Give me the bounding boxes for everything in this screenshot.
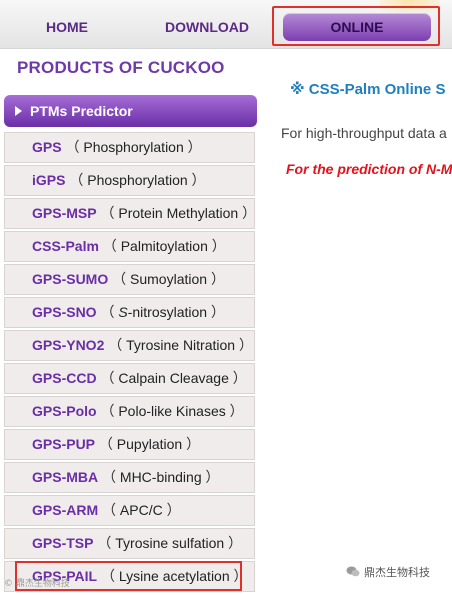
open-paren: （	[98, 469, 120, 485]
sidebar-item-abbr: CSS-Palm	[32, 238, 99, 254]
sidebar-item-abbr: GPS-SUMO	[32, 271, 109, 287]
sidebar-item-gps-tsp[interactable]: GPS-TSP （ Tyrosine sulfation ）	[4, 528, 255, 559]
top-nav-bar: HOME DOWNLOAD ONLINE	[0, 0, 452, 49]
open-paren: （	[61, 139, 84, 155]
sidebar-item-gps[interactable]: GPS （ Phosphorylation ）	[4, 132, 255, 163]
sidebar-item-abbr: GPS-PUP	[32, 436, 96, 452]
sidebar-item-css-palm[interactable]: CSS-Palm （ Palmitoylation ）	[4, 231, 255, 262]
sidebar-item-desc: Phosphorylation	[87, 172, 188, 188]
sidebar-item-gps-sno[interactable]: GPS-SNO （ S-nitrosylation ）	[4, 297, 255, 328]
sidebar-item-desc: Tyrosine Nitration	[126, 337, 236, 353]
products-title: PRODUCTS OF CUCKOO	[17, 58, 225, 77]
open-paren: （	[97, 568, 119, 584]
sidebar-item-abbr: GPS-SNO	[32, 304, 97, 320]
sidebar-item-gps-ccd[interactable]: GPS-CCD （ Calpain Cleavage ）	[4, 363, 255, 394]
close-paren: ）	[207, 304, 225, 320]
open-paren: （	[96, 205, 119, 221]
sidebar-item-gps-arm[interactable]: GPS-ARM （ APC/C ）	[4, 495, 255, 526]
sidebar-item-gps-msp[interactable]: GPS-MSP （ Protein Methylation ）	[4, 198, 257, 229]
sidebar-item-abbr: GPS-YNO2	[32, 337, 105, 353]
sidebar-item-desc: Pupylation	[116, 436, 183, 452]
sidebar-item-abbr: GPS-Polo	[32, 403, 97, 419]
close-paren: ）	[201, 469, 220, 485]
intro-text: For high-throughput data a	[281, 125, 447, 141]
close-paren: ）	[162, 502, 181, 518]
sidebar-item-abbr: GPS-ARM	[32, 502, 99, 518]
watermark-right: 鼎杰生物科技	[346, 564, 430, 580]
ptms-predictor-header[interactable]: PTMs Predictor	[4, 95, 257, 127]
sidebar-item-desc: Phosphorylation	[83, 139, 184, 155]
sidebar-item-desc: MHC-binding	[119, 469, 202, 485]
close-paren: ）	[207, 271, 225, 287]
sidebar-item-abbr: GPS-MBA	[32, 469, 99, 485]
sidebar-item-desc: S-nitrosylation	[118, 304, 208, 320]
sidebar-item-gps-sumo[interactable]: GPS-SUMO （ Sumoylation ）	[4, 264, 255, 295]
open-paren: （	[93, 535, 116, 551]
sidebar-item-gps-pup[interactable]: GPS-PUP （ Pupylation ）	[4, 429, 255, 460]
sidebar-item-gps-polo[interactable]: GPS-Polo （ Polo-like Kinases ）	[4, 396, 255, 427]
sidebar-item-desc: Palmitoylation	[120, 238, 208, 254]
close-paren: ）	[187, 172, 206, 188]
open-paren: （	[96, 370, 119, 386]
sidebar-item-abbr: GPS-MSP	[32, 205, 97, 221]
page-title: ※ CSS-Palm Online S	[290, 81, 446, 98]
prediction-note: For the prediction of N-M	[286, 161, 452, 177]
watermark-left: © 鼎杰生物科技	[4, 579, 70, 589]
triangle-right-icon	[15, 106, 22, 116]
open-paren: （	[96, 304, 119, 320]
sidebar-item-gps-yno2[interactable]: GPS-YNO2 （ Tyrosine Nitration ）	[4, 330, 255, 361]
close-paren: ）	[225, 403, 244, 419]
nav-home-link[interactable]: HOME	[26, 12, 108, 42]
sidebar-item-desc: Sumoylation	[130, 271, 208, 287]
close-paren: ）	[238, 205, 257, 221]
open-paren: （	[95, 436, 117, 452]
open-paren: （	[104, 337, 127, 353]
sidebar-item-desc: APC/C	[119, 502, 163, 518]
decorative-glow	[380, 0, 440, 12]
sidebar-item-desc: Protein Methylation	[118, 205, 239, 221]
open-paren: （	[108, 271, 131, 287]
close-paren: ）	[207, 238, 226, 254]
nav-online-tab[interactable]: ONLINE	[283, 13, 431, 41]
close-paren: ）	[229, 568, 248, 584]
open-paren: （	[98, 502, 120, 518]
sidebar-item-desc: Tyrosine sulfation	[115, 535, 225, 551]
watermark-right-label: 鼎杰生物科技	[364, 566, 430, 579]
wechat-icon	[346, 566, 360, 577]
sidebar-item-gps-mba[interactable]: GPS-MBA （ MHC-binding ）	[4, 462, 255, 493]
sidebar-item-abbr: GPS-TSP	[32, 535, 94, 551]
ptms-predictor-label: PTMs Predictor	[30, 103, 133, 119]
open-paren: （	[65, 172, 88, 188]
close-paren: ）	[183, 139, 202, 155]
sidebar-item-abbr: GPS-CCD	[32, 370, 97, 386]
close-paren: ）	[228, 370, 247, 386]
sidebar-item-desc: Lysine acetylation	[118, 568, 230, 584]
close-paren: ）	[235, 337, 253, 353]
sidebar-item-abbr: iGPS	[32, 172, 66, 188]
sidebar-item-abbr: GPS	[32, 139, 62, 155]
close-paren: ）	[224, 535, 243, 551]
open-paren: （	[98, 238, 121, 254]
sidebar-item-igps[interactable]: iGPS （ Phosphorylation ）	[4, 165, 255, 196]
sidebar-item-desc: Polo-like Kinases	[118, 403, 226, 419]
nav-download-link[interactable]: DOWNLOAD	[150, 12, 264, 42]
open-paren: （	[96, 403, 119, 419]
sidebar-item-desc: Calpain Cleavage	[118, 370, 229, 386]
close-paren: ）	[182, 436, 201, 452]
